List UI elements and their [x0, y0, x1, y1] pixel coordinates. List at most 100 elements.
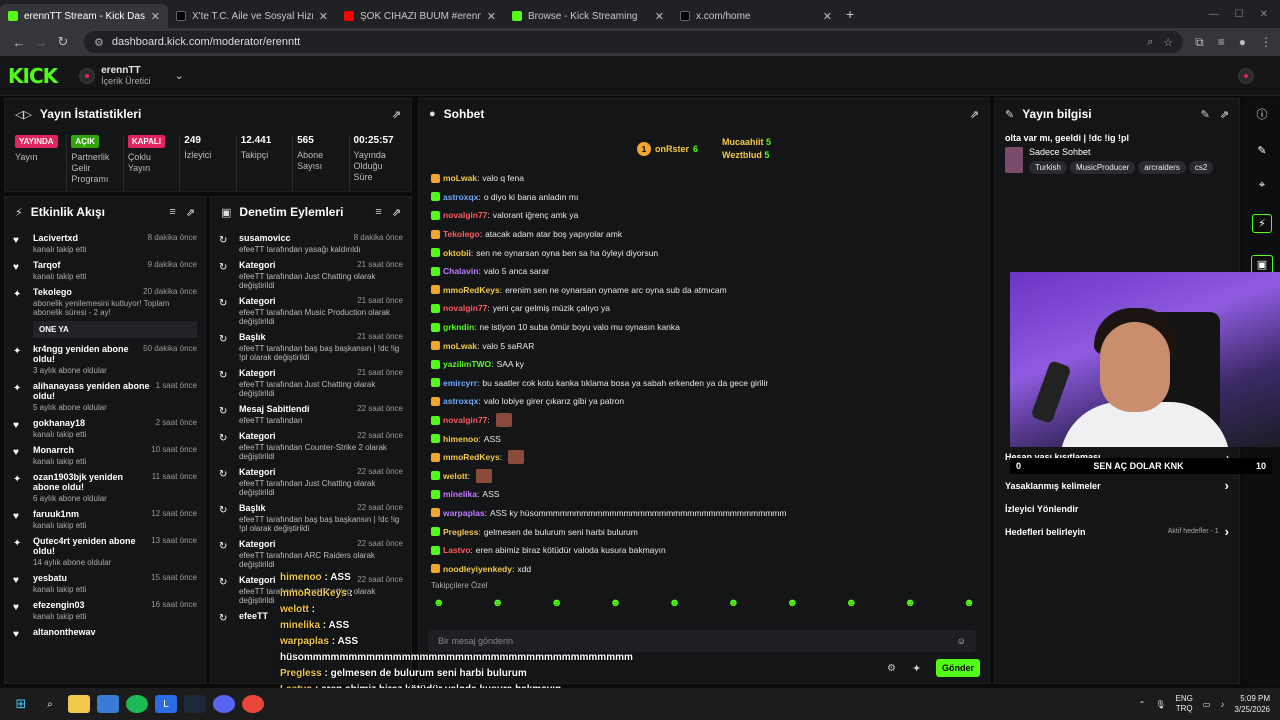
mod-action-item[interactable]: ↻ susamovicc 8 dakika önce efeeTT tarafında…	[211, 233, 411, 254]
mod-action-item[interactable]: ↻ Kategori 22 saat önce efeeTT tarafından A…	[211, 539, 411, 569]
site-info-icon[interactable]: ⚙	[94, 36, 104, 49]
chat-username[interactable]: minelika	[443, 489, 477, 499]
edit-icon[interactable]: ✎	[1201, 108, 1210, 121]
chat-message[interactable]: himenoo: ASS	[419, 429, 989, 448]
popout-icon[interactable]: ⇗	[970, 108, 979, 121]
tray-chevron-icon[interactable]: ⌃	[1139, 700, 1146, 709]
chat-username[interactable]: Tekolego	[443, 229, 480, 239]
chat-username[interactable]: welott	[443, 471, 468, 481]
tag[interactable]: Turkish	[1029, 161, 1067, 174]
chat-username[interactable]: emircyrr	[443, 378, 477, 388]
bookmark-icon[interactable]: ☆	[1163, 36, 1173, 49]
setting-goals[interactable]: Hedefleri belirleyin Aktif hedefler - 1 ›	[995, 520, 1239, 543]
network-icon[interactable]: ▭	[1203, 700, 1211, 709]
steam-icon[interactable]	[184, 695, 206, 713]
mod-action-item[interactable]: ↻ Kategori 21 saat önce efeeTT tarafından J…	[211, 368, 411, 398]
category-name[interactable]: Sadece Sohbet	[1029, 147, 1216, 157]
close-icon[interactable]: ✕	[823, 10, 832, 23]
chat-username[interactable]: novalgin77	[443, 415, 487, 425]
chat-message[interactable]: Tekolego: atacak adam atar boş yapıyolar …	[419, 225, 989, 244]
activity-item[interactable]: ✦ Tekolego 20 dakika önce abonelik yenileme…	[5, 287, 205, 338]
pencil-icon[interactable]: ✎	[1257, 144, 1266, 157]
chat-message[interactable]: emircyrr: bu saatler cok kotu kanka tıkla…	[419, 374, 989, 393]
tab-kick-browse[interactable]: Browse - Kick Streaming ✕	[504, 4, 672, 28]
windows-start-icon[interactable]: ⊞	[10, 695, 32, 713]
chat-username[interactable]: Lastvo	[443, 545, 470, 555]
info-icon[interactable]: ⓘ	[1257, 106, 1268, 122]
emote-icon[interactable]: ☻	[963, 597, 975, 609]
chat-username[interactable]: astroxqx	[443, 192, 478, 202]
chat-message[interactable]: novalgin77:	[419, 411, 989, 430]
moderator-icon[interactable]: ✦	[912, 662, 921, 675]
profile-icon[interactable]: ●	[1239, 35, 1246, 50]
chat-message[interactable]: oktobii: sen ne oynarsan oyna ben sa ha ö…	[419, 243, 989, 262]
activity-item[interactable]: ✦ Qutec4rt yeniden abone oldu! 13 saat önc…	[5, 536, 205, 567]
chat-message[interactable]: moLwak: valo q fena	[419, 169, 989, 188]
chat-username[interactable]: novalgin77	[443, 210, 487, 220]
tab-youtube[interactable]: ŞOK CİHAZI BUUM #erenntt #k ✕	[336, 4, 504, 28]
chat-username[interactable]: grkndin	[443, 322, 474, 332]
chat-username[interactable]: warpaplas	[443, 508, 485, 518]
tag[interactable]: MusicProducer	[1069, 161, 1136, 174]
send-button[interactable]: Gönder	[936, 659, 980, 677]
activity-item[interactable]: ♥ Tarqof 9 dakika önce kanalı takip etti	[5, 260, 205, 281]
reload-icon[interactable]: ↻	[52, 34, 74, 50]
tab-kick-dashboard[interactable]: erennTT Stream - Kick Dashboard ✕	[0, 4, 168, 28]
activity-item[interactable]: ♥ efezengin03 16 saat önce kanalı takip ett…	[5, 600, 205, 621]
mod-action-item[interactable]: ↻ Kategori 22 saat önce efeeTT tarafından J…	[211, 467, 411, 497]
setting-host-viewers[interactable]: İzleyici Yönlendir	[995, 497, 1239, 520]
tag[interactable]: arcraiders	[1138, 161, 1186, 174]
chat-message[interactable]: Lastvo: eren abimiz biraz kötüdür valoda …	[419, 541, 989, 560]
gear-icon[interactable]: ⚙	[887, 663, 896, 674]
chrome-icon[interactable]	[242, 695, 264, 713]
user-avatar[interactable]	[1238, 67, 1254, 84]
activity-item[interactable]: ♥ faruuk1nm 12 saat önce kanalı takip etti	[5, 509, 205, 530]
emote-icon[interactable]: ☻	[845, 597, 857, 609]
chat-message[interactable]: minelika: ASS	[419, 485, 989, 504]
spotify-icon[interactable]	[126, 695, 148, 713]
tab-search-icon[interactable]: ≡	[1218, 35, 1225, 50]
emote-icon[interactable]: ☻	[728, 597, 740, 609]
kick-logo[interactable]: KICK	[8, 64, 58, 88]
emoji-icon[interactable]: ☺	[957, 636, 966, 646]
top-gifter-1[interactable]: 1 onRster 6	[636, 142, 698, 156]
chat-message[interactable]: moLwak: valo 5 saRAR	[419, 336, 989, 355]
extensions-icon[interactable]: ⧉	[1195, 35, 1204, 50]
clock[interactable]: 5:09 PM 3/25/2026	[1234, 693, 1270, 715]
filter-icon[interactable]: ≡	[375, 206, 381, 219]
chat-message[interactable]: astroxqx: valo lobiye girer çıkarız gibi …	[419, 392, 989, 411]
top-gifter-3[interactable]: Weztblud 5	[722, 149, 771, 162]
chat-username[interactable]: Pregless	[443, 527, 478, 537]
mod-action-item[interactable]: ↻ Başlık 22 saat önce efeeTT tarafından baş…	[211, 503, 411, 533]
chat-message[interactable]: welott:	[419, 467, 989, 486]
back-icon[interactable]: ←	[8, 35, 30, 50]
app-icon[interactable]: L	[155, 695, 177, 713]
popout-icon[interactable]: ⇗	[186, 206, 195, 219]
popout-icon[interactable]: ⇗	[392, 108, 401, 121]
activity-item[interactable]: ♥ altanonthewav	[5, 627, 205, 640]
activity-item[interactable]: ♥ yesbatu 15 saat önce kanalı takip etti	[5, 573, 205, 594]
emote-icon[interactable]: ☻	[904, 597, 916, 609]
chat-username[interactable]: Chalavin	[443, 266, 478, 276]
chat-username[interactable]: moLwak	[443, 341, 477, 351]
close-icon[interactable]: ✕	[319, 10, 328, 23]
chat-username[interactable]: oktobii	[443, 248, 471, 258]
zoom-icon[interactable]: ⌕	[1147, 36, 1153, 49]
mod-action-item[interactable]: ↻ Kategori 21 saat önce efeeTT tarafından J…	[211, 260, 411, 290]
volume-icon[interactable]: ♪	[1220, 700, 1224, 709]
chevron-down-icon[interactable]: ⌄	[175, 69, 184, 82]
chat-username[interactable]: moLwak	[443, 173, 477, 183]
mod-action-item[interactable]: ↻ Mesaj Sabitlendi 22 saat önce efeeTT tara…	[211, 404, 411, 425]
chat-message[interactable]: astroxqx: o diyo ki bana anladın mı	[419, 188, 989, 207]
store-icon[interactable]	[97, 695, 119, 713]
close-icon[interactable]: ✕	[487, 10, 496, 23]
emote-icon[interactable]: ☻	[787, 597, 799, 609]
chat-username[interactable]: mmoRedKeys	[443, 285, 500, 295]
activity-item[interactable]: ♥ Lacivertxd 8 dakika önce kanalı takip ett…	[5, 233, 205, 254]
search-icon[interactable]: ⌕	[39, 695, 61, 713]
close-icon[interactable]: ✕	[151, 10, 160, 23]
chat-message[interactable]: grkndin: ne istiyon 10 suba ömür boyu val…	[419, 318, 989, 337]
mod-action-item[interactable]: ↻ Kategori 21 saat önce efeeTT tarafından M…	[211, 296, 411, 326]
tag[interactable]: cs2	[1188, 161, 1214, 174]
chat-message[interactable]: Pregless: gelmesen de bulurum seni harbi …	[419, 522, 989, 541]
